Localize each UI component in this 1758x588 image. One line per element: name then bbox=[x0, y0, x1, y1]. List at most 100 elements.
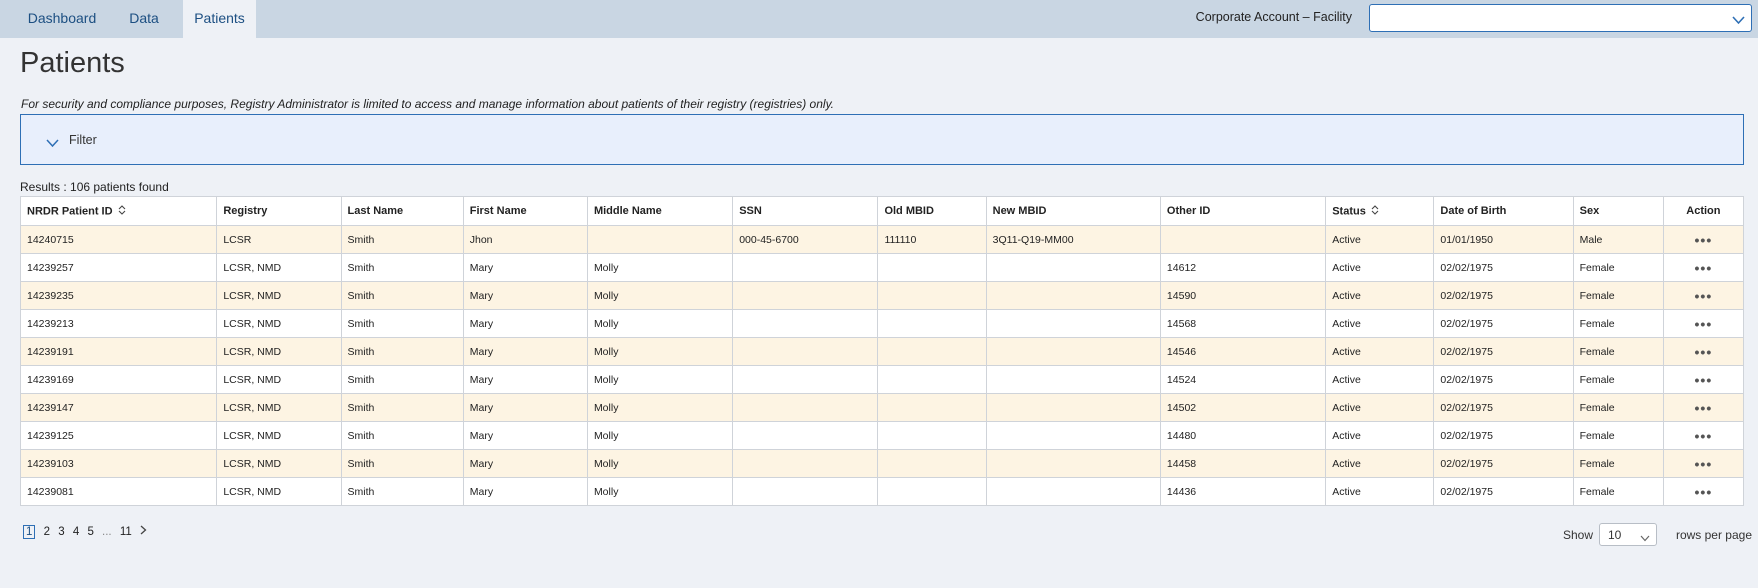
column-header-ssn: SSN bbox=[732, 196, 879, 226]
cell-other-id: 14524 bbox=[1159, 365, 1327, 394]
cell-first-name: Jhon bbox=[462, 225, 588, 254]
cell-old-mbid bbox=[877, 393, 987, 422]
chevron-down-icon bbox=[1640, 531, 1650, 545]
cell-registry: LCSR bbox=[216, 225, 342, 254]
more-horizontal-icon[interactable]: ••• bbox=[1695, 260, 1713, 276]
cell-ssn bbox=[732, 365, 879, 394]
cell-nrdr-patient-id: 14239147 bbox=[19, 393, 218, 422]
chevron-right-icon[interactable] bbox=[140, 525, 147, 538]
cell-old-mbid bbox=[877, 365, 987, 394]
cell-registry: LCSR, NMD bbox=[216, 253, 342, 282]
cell-last-name: Smith bbox=[340, 337, 464, 366]
table-row: 14239169 LCSR, NMD Smith Mary Molly 14524 Acti… bbox=[19, 365, 1745, 394]
cell-other-id: 14546 bbox=[1159, 337, 1327, 366]
cell-registry: LCSR, NMD bbox=[216, 421, 342, 450]
facility-select[interactable] bbox=[1369, 4, 1752, 32]
table-row: 14239147 LCSR, NMD Smith Mary Molly 14502 Acti… bbox=[19, 393, 1745, 422]
cell-sex: Female bbox=[1572, 449, 1664, 478]
cell-nrdr-patient-id: 14239191 bbox=[19, 337, 218, 366]
cell-new-mbid bbox=[985, 449, 1161, 478]
cell-old-mbid bbox=[877, 449, 987, 478]
sort-icon[interactable] bbox=[118, 204, 126, 218]
table-row: 14239191 LCSR, NMD Smith Mary Molly 14546 Acti… bbox=[19, 337, 1745, 366]
column-header-first-name: First Name bbox=[462, 196, 588, 226]
cell-date-of-birth: 01/01/1950 bbox=[1433, 225, 1574, 254]
cell-last-name: Smith bbox=[340, 393, 464, 422]
column-header-status[interactable]: Status bbox=[1325, 196, 1435, 226]
cell-last-name: Smith bbox=[340, 365, 464, 394]
cell-new-mbid: 3Q11-Q19-MM00 bbox=[985, 225, 1161, 254]
more-horizontal-icon[interactable]: ••• bbox=[1695, 484, 1713, 500]
cell-action: ••• bbox=[1662, 477, 1745, 506]
tab-data[interactable]: Data bbox=[112, 0, 176, 38]
more-horizontal-icon[interactable]: ••• bbox=[1695, 316, 1713, 332]
patients-table: NRDR Patient ID Registry Last Name First… bbox=[19, 196, 1745, 506]
filter-panel[interactable]: Filter bbox=[20, 114, 1744, 165]
cell-status: Active bbox=[1325, 337, 1435, 366]
cell-last-name: Smith bbox=[340, 253, 464, 282]
column-header-sex: Sex bbox=[1572, 196, 1664, 226]
cell-middle-name: Molly bbox=[586, 449, 734, 478]
cell-new-mbid bbox=[985, 337, 1161, 366]
sort-icon[interactable] bbox=[1371, 204, 1379, 218]
tab-patients[interactable]: Patients bbox=[183, 0, 256, 38]
page-link-3[interactable]: 3 bbox=[58, 526, 64, 538]
chevron-down-icon bbox=[46, 135, 59, 153]
cell-new-mbid bbox=[985, 477, 1161, 506]
cell-sex: Female bbox=[1572, 477, 1664, 506]
more-horizontal-icon[interactable]: ••• bbox=[1695, 232, 1713, 248]
cell-nrdr-patient-id: 14239169 bbox=[19, 365, 218, 394]
page-link-11[interactable]: 11 bbox=[120, 526, 132, 538]
top-navigation-bar: Dashboard Data Patients Corporate Accoun… bbox=[0, 0, 1758, 38]
more-horizontal-icon[interactable]: ••• bbox=[1695, 400, 1713, 416]
cell-last-name: Smith bbox=[340, 281, 464, 310]
cell-ssn bbox=[732, 421, 879, 450]
cell-old-mbid bbox=[877, 477, 987, 506]
cell-ssn bbox=[732, 253, 879, 282]
cell-action: ••• bbox=[1662, 309, 1745, 338]
tab-dashboard[interactable]: Dashboard bbox=[16, 0, 108, 38]
more-horizontal-icon[interactable]: ••• bbox=[1695, 288, 1713, 304]
more-horizontal-icon[interactable]: ••• bbox=[1695, 428, 1713, 444]
cell-ssn bbox=[732, 477, 879, 506]
cell-action: ••• bbox=[1662, 253, 1745, 282]
cell-nrdr-patient-id: 14239257 bbox=[19, 253, 218, 282]
cell-action: ••• bbox=[1662, 393, 1745, 422]
cell-last-name: Smith bbox=[340, 225, 464, 254]
cell-action: ••• bbox=[1662, 421, 1745, 450]
cell-action: ••• bbox=[1662, 337, 1745, 366]
cell-registry: LCSR, NMD bbox=[216, 477, 342, 506]
cell-old-mbid bbox=[877, 337, 987, 366]
cell-first-name: Mary bbox=[462, 393, 588, 422]
column-header-nrdr-patient-id[interactable]: NRDR Patient ID bbox=[19, 196, 218, 226]
cell-new-mbid bbox=[985, 393, 1161, 422]
cell-action: ••• bbox=[1662, 449, 1745, 478]
more-horizontal-icon[interactable]: ••• bbox=[1695, 372, 1713, 388]
cell-action: ••• bbox=[1662, 365, 1745, 394]
page-title: Patients bbox=[20, 47, 125, 79]
cell-status: Active bbox=[1325, 309, 1435, 338]
cell-nrdr-patient-id: 14239103 bbox=[19, 449, 218, 478]
cell-other-id bbox=[1159, 225, 1327, 254]
page-link-1[interactable]: 1 bbox=[23, 525, 36, 539]
page-link-5[interactable]: 5 bbox=[87, 526, 93, 538]
cell-first-name: Mary bbox=[462, 281, 588, 310]
cell-other-id: 14436 bbox=[1159, 477, 1327, 506]
cell-status: Active bbox=[1325, 449, 1435, 478]
table-header-row: NRDR Patient ID Registry Last Name First… bbox=[19, 196, 1745, 226]
cell-other-id: 14480 bbox=[1159, 421, 1327, 450]
cell-first-name: Mary bbox=[462, 337, 588, 366]
more-horizontal-icon[interactable]: ••• bbox=[1695, 456, 1713, 472]
cell-ssn bbox=[732, 309, 879, 338]
page-link-4[interactable]: 4 bbox=[73, 526, 79, 538]
filter-label: Filter bbox=[69, 133, 97, 147]
cell-new-mbid bbox=[985, 365, 1161, 394]
rows-per-page-select[interactable]: 10 bbox=[1599, 523, 1657, 546]
cell-date-of-birth: 02/02/1975 bbox=[1433, 281, 1574, 310]
more-horizontal-icon[interactable]: ••• bbox=[1695, 344, 1713, 360]
cell-first-name: Mary bbox=[462, 421, 588, 450]
cell-first-name: Mary bbox=[462, 477, 588, 506]
cell-status: Active bbox=[1325, 421, 1435, 450]
page-link-2[interactable]: 2 bbox=[44, 526, 50, 538]
cell-sex: Female bbox=[1572, 309, 1664, 338]
